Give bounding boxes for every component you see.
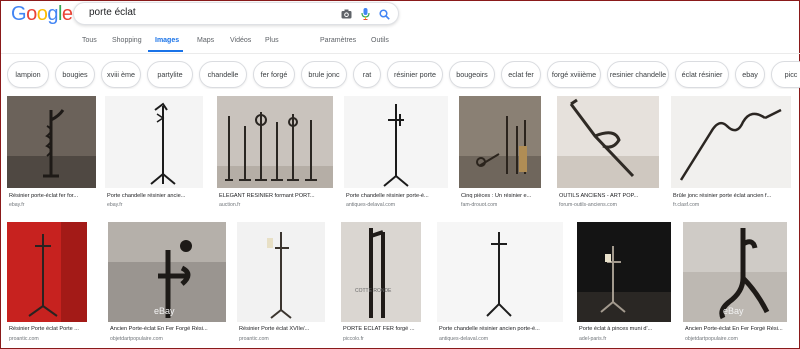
tab-settings[interactable]: Paramètres	[320, 37, 356, 44]
image-result[interactable]: Brûle jonc résinier porte éclat ancien f…	[671, 96, 795, 211]
ebay-watermark: eBay	[723, 306, 744, 316]
result-thumbnail[interactable]	[671, 96, 791, 188]
result-thumbnail[interactable]	[7, 96, 96, 188]
result-thumbnail[interactable]	[7, 222, 87, 322]
chip[interactable]: ebay	[735, 61, 765, 88]
result-caption: Ancien Porte-éclat En Fer Forgé Rési...	[110, 326, 208, 332]
result-caption: Porte éclat à pinces muni d'...	[579, 326, 653, 332]
tab-more[interactable]: Plus	[265, 37, 279, 44]
result-thumbnail[interactable]: COTTE RONDE	[341, 222, 421, 322]
chip[interactable]: éclat résinier	[675, 61, 729, 88]
image-result[interactable]: ELEGANT RESINIER formant PORT... auction…	[217, 96, 335, 211]
result-thumbnail[interactable]	[437, 222, 563, 322]
result-source: ebay.fr	[107, 202, 123, 208]
result-caption: Porte chandelle résinier ancien porte-é.…	[439, 326, 540, 332]
image-result[interactable]: Résinier Porte éclat Porte ... proantic.…	[7, 222, 97, 346]
image-result[interactable]: Porte chandelle résinier porte-é... anti…	[344, 96, 448, 211]
chip[interactable]: picc	[771, 61, 800, 88]
header-divider	[1, 53, 800, 54]
result-caption: Résinier Porte éclat Porte ...	[9, 326, 79, 332]
result-caption: Porte chandelle résinier porte-é...	[346, 193, 429, 199]
result-source: adel-paris.fr	[579, 336, 607, 342]
watermark: COTTE RONDE	[355, 288, 392, 294]
result-thumbnail[interactable]	[577, 222, 671, 322]
tab-shopping[interactable]: Shopping	[112, 37, 142, 44]
result-source: fr.clasf.com	[673, 202, 700, 208]
image-result[interactable]: eBay Ancien Porte-éclat En Fer Forgé Rés…	[683, 222, 795, 346]
search-box[interactable]: porte éclat	[73, 2, 399, 25]
image-result[interactable]: Porte chandelle résinier ancie... ebay.f…	[105, 96, 205, 211]
image-result[interactable]: Résinier porte-éclat fer for... ebay.fr	[7, 96, 101, 211]
chip[interactable]: lampion	[7, 61, 49, 88]
image-result[interactable]: Cinq pièces : Un résinier e... fam-drouo…	[459, 96, 545, 211]
ebay-watermark: eBay	[154, 306, 175, 316]
image-result[interactable]: eBay Ancien Porte-éclat En Fer Forgé Rés…	[108, 222, 228, 346]
chip[interactable]: forgé xviiième	[547, 61, 601, 88]
chip[interactable]: xviii ème	[101, 61, 141, 88]
microphone-icon[interactable]	[358, 7, 372, 21]
result-source: antiques-delaval.com	[346, 202, 396, 208]
result-caption: Résinier porte-éclat fer for...	[9, 193, 79, 199]
tab-all[interactable]: Tous	[82, 37, 97, 44]
image-result[interactable]: Résinier Porte éclat XVIIe/... proantic.…	[237, 222, 337, 346]
related-search-chips: lampion bougies xviii ème partylite chan…	[7, 61, 800, 89]
result-source: proantic.com	[239, 336, 269, 342]
result-source: antiques-delaval.com	[439, 336, 489, 342]
chip[interactable]: bougies	[55, 61, 95, 88]
result-source: objetdartpopulaire.com	[685, 336, 738, 342]
result-source: auction.fr	[219, 202, 241, 208]
result-thumbnail[interactable]	[459, 96, 541, 188]
tab-tools[interactable]: Outils	[371, 37, 389, 44]
image-result[interactable]: OUTILS ANCIENS - ART POP... forum-outils…	[557, 96, 661, 211]
result-thumbnail[interactable]: eBay	[683, 222, 787, 322]
result-caption: Porte chandelle résinier ancie...	[107, 193, 186, 199]
tab-videos[interactable]: Vidéos	[230, 37, 251, 44]
result-caption: Cinq pièces : Un résinier e...	[461, 193, 532, 199]
result-source: piccolo.fr	[343, 336, 364, 342]
result-caption: Résinier Porte éclat XVIIe/...	[239, 326, 310, 332]
result-caption: Ancien Porte-éclat En Fer Forgé Rési...	[685, 326, 783, 332]
result-source: ebay.fr	[9, 202, 25, 208]
result-source: proantic.com	[9, 336, 39, 342]
chip[interactable]: brule jonc	[301, 61, 347, 88]
tab-images[interactable]: Images	[155, 37, 179, 44]
result-caption: ELEGANT RESINIER formant PORT...	[219, 193, 315, 199]
result-source: objetdartpopulaire.com	[110, 336, 163, 342]
camera-icon[interactable]	[339, 7, 353, 21]
result-caption: OUTILS ANCIENS - ART POP...	[559, 193, 639, 199]
tab-maps[interactable]: Maps	[197, 37, 214, 44]
result-source: fam-drouot.com	[461, 202, 498, 208]
result-caption: PORTE ÉCLAT FER forgé ...	[343, 326, 415, 332]
chip[interactable]: rat	[353, 61, 381, 88]
chip[interactable]: fer forgé	[253, 61, 295, 88]
google-logo[interactable]: Google	[11, 3, 73, 26]
result-thumbnail[interactable]	[237, 222, 325, 322]
result-source: forum-outils-anciens.com	[559, 202, 617, 208]
result-thumbnail[interactable]	[557, 96, 659, 188]
chip[interactable]: résinier porte	[387, 61, 443, 88]
result-caption: Brûle jonc résinier porte éclat ancien f…	[673, 193, 772, 199]
image-result[interactable]: Porte éclat à pinces muni d'... adel-par…	[577, 222, 673, 346]
result-thumbnail[interactable]	[344, 96, 448, 188]
image-result[interactable]: Porte chandelle résinier ancien porte-é.…	[437, 222, 567, 346]
search-input[interactable]: porte éclat	[89, 7, 136, 18]
result-thumbnail[interactable]	[105, 96, 203, 188]
active-tab-indicator	[148, 50, 183, 52]
chip[interactable]: chandelle	[199, 61, 247, 88]
chip[interactable]: resinier chandelle	[607, 61, 669, 88]
search-icon[interactable]	[377, 7, 391, 21]
chip[interactable]: bougeoirs	[449, 61, 495, 88]
chip[interactable]: eclat fer	[501, 61, 541, 88]
result-thumbnail[interactable]	[217, 96, 333, 188]
chip[interactable]: partylite	[147, 61, 193, 88]
result-thumbnail[interactable]: eBay	[108, 222, 226, 322]
image-result[interactable]: COTTE RONDE PORTE ÉCLAT FER forgé ... pi…	[341, 222, 427, 346]
